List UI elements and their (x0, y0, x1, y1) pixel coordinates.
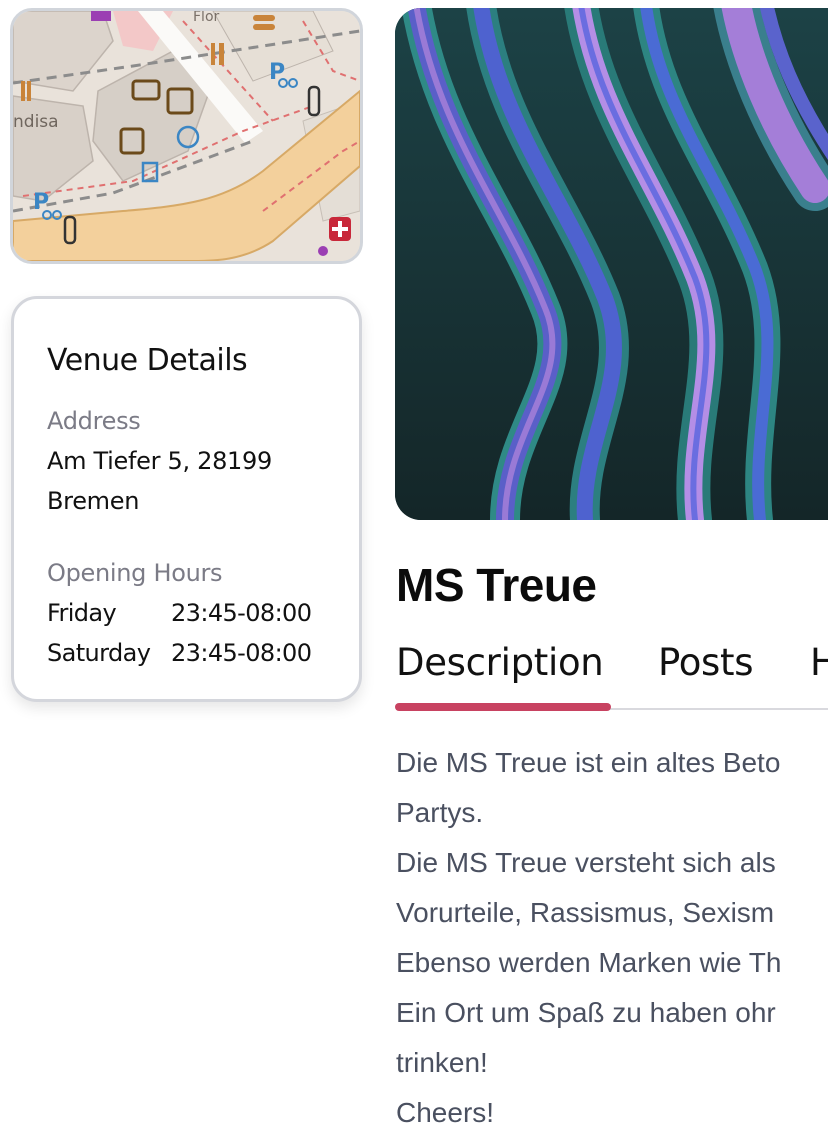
address-line-2: Bremen (47, 487, 140, 515)
description-line: Ebenso werden Marken wie Th (396, 947, 782, 978)
hours-day: Saturday (47, 639, 151, 667)
venue-hero-image (395, 8, 828, 520)
venue-name-heading: MS Treue (396, 559, 597, 611)
hours-day: Friday (47, 599, 117, 627)
tab-description[interactable]: Description (396, 636, 604, 690)
venue-details-card: Venue Details Address Am Tiefer 5, 28199… (11, 296, 362, 702)
address-value: Am Tiefer 5, 28199 Bremen (47, 441, 327, 521)
description-line: Die MS Treue ist ein altes Beto (396, 747, 781, 778)
active-tab-indicator (395, 703, 611, 711)
address-label: Address (47, 407, 141, 435)
venue-tabs: Description Posts H (395, 636, 828, 711)
description-line: Partys. (396, 797, 484, 828)
svg-text:P: P (269, 60, 285, 85)
opening-hours-label: Opening Hours (47, 559, 223, 587)
tab-truncated[interactable]: H (810, 636, 828, 690)
map-image: P P Flor ndisa (13, 11, 360, 261)
hours-time: 23:45-08:00 (171, 599, 312, 627)
description-line: Die MS Treue versteht sich als (396, 847, 776, 878)
address-line-1: Am Tiefer 5, 28199 (47, 447, 272, 475)
venue-details-title: Venue Details (47, 343, 248, 378)
map-label-flor: Flor (193, 11, 220, 25)
description-line: Vorurteile, Rassismus, Sexism (396, 897, 775, 928)
hours-time: 23:45-08:00 (171, 639, 312, 667)
description-line: Ein Ort um Spaß zu haben ohr (396, 997, 776, 1028)
hero-artwork (395, 8, 828, 520)
venue-description: Die MS Treue ist ein altes Beto Partys. … (396, 738, 828, 1124)
venue-map[interactable]: P P Flor ndisa (10, 8, 363, 264)
description-line: Cheers! (396, 1097, 495, 1124)
hours-row-friday: Friday 23:45-08:00 (47, 593, 359, 633)
map-label-ndisa: ndisa (13, 112, 59, 132)
tab-posts[interactable]: Posts (658, 636, 754, 690)
hours-row-saturday: Saturday 23:45-08:00 (47, 633, 359, 673)
description-line: trinken! (396, 1047, 488, 1078)
